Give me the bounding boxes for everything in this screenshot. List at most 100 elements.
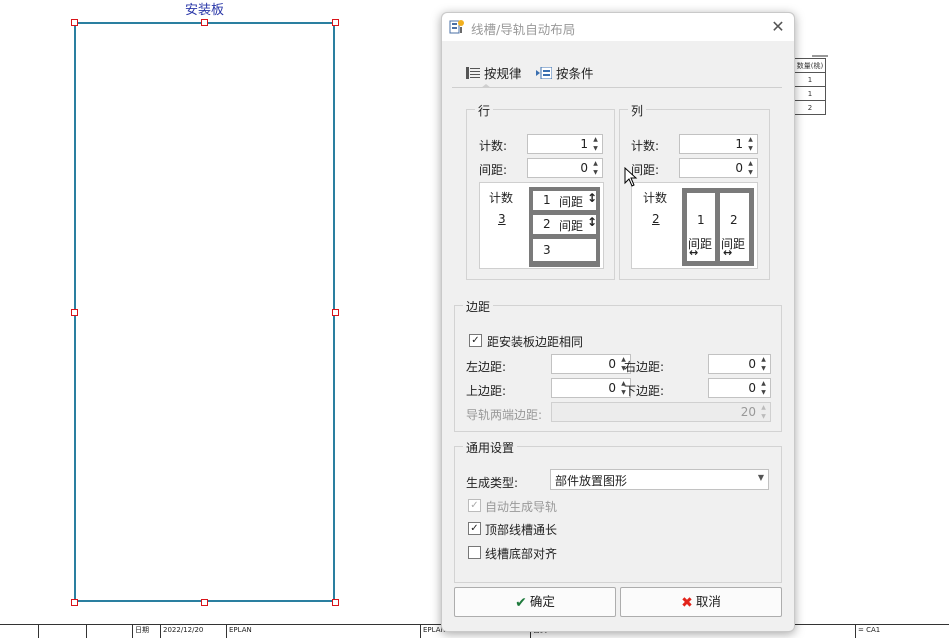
title-block-company: EPLAN GmbH & Co. KG — [420, 625, 503, 638]
spin-up-icon[interactable]: ▲ — [591, 160, 600, 168]
bom-cell: 1 — [794, 86, 826, 101]
column-preview-frame: 1 间距 ↔ 2 间距 ↔ — [682, 188, 754, 266]
spin-up-icon[interactable]: ▲ — [759, 356, 768, 364]
top-duct-label: 顶部线槽通长 — [485, 523, 558, 537]
bom-header: 数量(桃) — [794, 58, 826, 73]
right-margin-label: 右边距: — [624, 360, 665, 374]
right-margin-stepper[interactable]: 0 ▲ ▼ — [708, 354, 771, 374]
spin-down-icon[interactable]: ▼ — [759, 365, 768, 373]
column-count-value: 1 — [735, 137, 743, 151]
close-icon[interactable]: ✕ — [768, 17, 788, 37]
spin-down-icon[interactable]: ▼ — [759, 389, 768, 397]
row-preview-frame: 1 间距 ↕ 2 间距 ↕ 3 — [529, 187, 600, 267]
bom-table-marker — [812, 55, 828, 57]
column-gap-stepper[interactable]: 0 ▲ ▼ — [679, 158, 758, 178]
title-block-cell — [38, 625, 86, 638]
resize-handle-bm[interactable] — [201, 599, 208, 606]
column-preview: 计数 2 1 间距 ↔ 2 间距 ↔ — [631, 182, 758, 269]
bom-table: 数量(桃) 1 1 2 — [794, 58, 826, 115]
gap-arrow-icon: ↔ — [689, 246, 699, 259]
row-gap-stepper[interactable]: 0 ▲ ▼ — [527, 158, 603, 178]
left-margin-label: 左边距: — [466, 360, 507, 374]
same-margin-label: 距安装板边距相同 — [487, 335, 584, 349]
cancel-button-label: 取消 — [695, 594, 721, 609]
row-gap-label: 间距: — [479, 163, 508, 177]
spin-up-icon[interactable]: ▲ — [746, 136, 755, 144]
row-preview: 计数 3 1 间距 ↕ 2 间距 ↕ 3 — [479, 182, 604, 269]
resize-handle-tm[interactable] — [201, 19, 208, 26]
column-preview-count-label: 计数 — [643, 191, 668, 205]
right-margin-value: 0 — [748, 357, 756, 371]
ok-button[interactable]: ✔ 确定 — [454, 587, 616, 617]
spin-down-icon[interactable]: ▼ — [591, 169, 600, 177]
row-preview-item: 2 间距 ↕ — [533, 215, 597, 234]
bottom-margin-stepper[interactable]: 0 ▲ ▼ — [708, 378, 771, 398]
rail-end-margin-label: 导轨两端边距: — [466, 408, 543, 422]
spin-down-icon[interactable]: ▼ — [746, 169, 755, 177]
margin-group-title: 边距 — [463, 298, 494, 315]
top-margin-label: 上边距: — [466, 384, 507, 398]
bottom-margin-label: 下边距: — [624, 384, 665, 398]
auto-rail-checkbox: ✓ — [468, 499, 481, 512]
title-block-date-label: 日期 — [132, 625, 163, 638]
spin-down-icon[interactable]: ▼ — [746, 145, 755, 153]
resize-handle-tr[interactable] — [332, 19, 339, 26]
dropdown-arrow-icon: ▼ — [757, 473, 764, 482]
active-tab-indicator — [481, 84, 491, 88]
title-block-brand: EPLAN — [226, 625, 419, 638]
resize-handle-bl[interactable] — [71, 599, 78, 606]
gen-type-select[interactable]: 部件放置图形 ▼ — [550, 469, 769, 490]
dialog-title: 线槽/导轨自动布局 — [471, 22, 576, 37]
column-group-title: 列 — [628, 102, 647, 119]
cancel-x-icon: ✖ — [681, 595, 693, 611]
row-gap-value: 0 — [580, 161, 588, 175]
mounting-panel[interactable] — [74, 22, 335, 602]
tab-by-rule[interactable]: 按规律 — [466, 63, 522, 81]
cancel-button[interactable]: ✖ 取消 — [620, 587, 782, 617]
bottom-align-checkbox[interactable] — [468, 546, 481, 559]
row-group: 行 计数: 1 ▲ ▼ 间距: 0 ▲ ▼ 计数 3 1 间距 ↕ 2 间距 ↕… — [466, 102, 615, 280]
top-margin-stepper[interactable]: 0 ▲ ▼ — [551, 378, 631, 398]
bom-cell: 1 — [794, 72, 826, 87]
spin-down-icon: ▼ — [761, 413, 766, 420]
title-block-date: 2022/12/20 — [160, 625, 227, 638]
spin-up-icon: ▲ — [761, 404, 766, 411]
same-margin-checkbox[interactable]: ✓ — [469, 334, 482, 347]
mounting-panel-label: 安装板 — [185, 3, 225, 18]
row-count-stepper[interactable]: 1 ▲ ▼ — [527, 134, 603, 154]
rows-rule-icon — [466, 67, 480, 79]
spin-up-icon[interactable]: ▲ — [759, 380, 768, 388]
spin-down-icon[interactable]: ▼ — [591, 145, 600, 153]
spin-up-icon[interactable]: ▲ — [591, 136, 600, 144]
general-group-title: 通用设置 — [463, 439, 518, 456]
resize-handle-mr[interactable] — [332, 309, 339, 316]
row-preview-item: 3 — [533, 239, 596, 261]
layout-icon — [449, 20, 464, 34]
resize-handle-ml[interactable] — [71, 309, 78, 316]
gen-type-label: 生成类型: — [466, 476, 519, 490]
gap-arrow-icon: ↔ — [723, 246, 733, 259]
left-margin-stepper[interactable]: 0 ▲ ▼ — [551, 354, 631, 374]
column-preview-item: 1 间距 ↔ — [687, 193, 715, 261]
resize-handle-br[interactable] — [332, 599, 339, 606]
tab-by-rule-label: 按规律 — [483, 66, 522, 81]
row-preview-count-value: 3 — [498, 212, 506, 226]
row-preview-item: 1 间距 ↕ — [533, 191, 597, 210]
tab-divider — [452, 87, 782, 88]
column-preview-item: 2 间距 ↔ — [720, 193, 749, 261]
column-count-stepper[interactable]: 1 ▲ ▼ — [679, 134, 758, 154]
top-margin-value: 0 — [608, 381, 616, 395]
rail-end-margin-stepper: 20 ▲ ▼ — [551, 402, 771, 422]
title-block-ref: = CA1 — [855, 625, 948, 638]
row-group-title: 行 — [475, 102, 494, 119]
resize-handle-tl[interactable] — [71, 19, 78, 26]
row-count-value: 1 — [580, 137, 588, 151]
spin-up-icon[interactable]: ▲ — [746, 160, 755, 168]
top-duct-checkbox[interactable]: ✓ — [468, 522, 481, 535]
bom-cell: 2 — [794, 100, 826, 115]
column-group: 列 计数: 1 ▲ ▼ 间距: 0 ▲ ▼ 计数 2 1 间距 ↔ 2 间距 ↔ — [619, 102, 770, 280]
condition-icon — [536, 66, 553, 80]
ok-button-label: 确定 — [529, 594, 555, 609]
tab-by-condition[interactable]: 按条件 — [536, 63, 594, 81]
dialog-title-bar[interactable]: 线槽/导轨自动布局 ✕ — [442, 13, 794, 41]
